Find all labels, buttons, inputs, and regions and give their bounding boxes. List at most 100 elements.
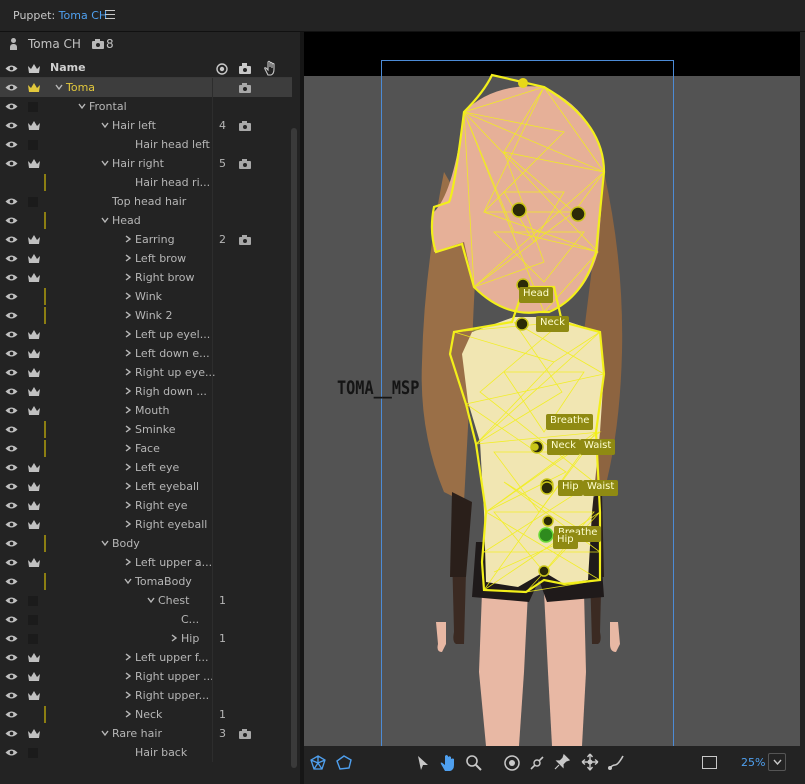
chevron-right-icon[interactable] [124,406,132,414]
chevron-right-icon[interactable] [124,444,132,452]
chevron-right-icon[interactable] [124,463,132,471]
eye-icon[interactable] [5,197,18,206]
dragger-icon[interactable] [581,753,599,771]
zoom-icon[interactable] [465,754,483,772]
record-icon[interactable] [216,63,228,75]
layer-row[interactable]: TomaBody [0,572,292,591]
eye-icon[interactable] [5,558,18,567]
chevron-down-icon[interactable] [147,596,155,604]
layer-row[interactable]: Rare hair 3 [0,724,292,743]
layer-row[interactable]: Hair head ri... [0,173,292,192]
layer-row[interactable]: Righ down ... [0,382,292,401]
chevron-right-icon[interactable] [124,672,132,680]
eye-icon[interactable] [5,482,18,491]
layer-row[interactable]: Wink [0,287,292,306]
chevron-right-icon[interactable] [124,482,132,490]
layer-row[interactable]: Left brow [0,249,292,268]
layer-row[interactable]: C... [0,610,292,629]
hamburger-icon[interactable] [105,10,115,19]
chevron-right-icon[interactable] [124,254,132,262]
hand-icon[interactable] [263,60,277,76]
zoom-level[interactable]: 25% [741,756,765,769]
crown-icon[interactable] [27,158,41,169]
chevron-right-icon[interactable] [124,558,132,566]
crown-icon[interactable] [27,120,41,131]
camera-icon[interactable] [239,729,251,739]
crown-icon[interactable] [27,462,41,473]
eye-icon[interactable] [5,710,18,719]
eye-icon[interactable] [5,444,18,453]
layer-row[interactable]: Frontal [0,97,292,116]
eye-icon[interactable] [5,615,18,624]
crown-icon[interactable] [27,481,41,492]
eye-icon[interactable] [5,254,18,263]
chevron-right-icon[interactable] [124,349,132,357]
eye-icon[interactable] [5,83,18,92]
eye-icon[interactable] [5,292,18,301]
layer-row[interactable]: Left upper a... [0,553,292,572]
crown-icon[interactable] [27,386,41,397]
crown-icon[interactable] [27,82,41,93]
tag-hip[interactable]: Hip [558,480,583,496]
chevron-down-icon[interactable] [101,121,109,129]
crown-icon[interactable] [27,272,41,283]
camera-icon[interactable] [239,83,251,93]
camera-icon[interactable] [239,63,251,74]
eye-icon[interactable] [5,729,18,738]
chevron-right-icon[interactable] [124,501,132,509]
eye-icon[interactable] [5,140,18,149]
eye-icon[interactable] [5,311,18,320]
tag-hip-2[interactable]: Hip [553,533,578,549]
layer-row[interactable]: Wink 2 [0,306,292,325]
eye-icon[interactable] [5,539,18,548]
crown-icon[interactable] [27,519,41,530]
layer-row[interactable]: Left down e... [0,344,292,363]
eye-icon[interactable] [5,596,18,605]
layer-row[interactable]: Body [0,534,292,553]
crown-icon[interactable] [27,329,41,340]
layer-row[interactable]: Right upper... [0,686,292,705]
origin-icon[interactable] [503,754,521,772]
chevron-right-icon[interactable] [124,653,132,661]
chevron-right-icon[interactable] [124,235,132,243]
tag-waist-2[interactable]: Waist [583,480,619,496]
shape-icon[interactable] [335,754,353,772]
layer-row[interactable]: Face [0,439,292,458]
layer-row[interactable]: Right upper ... [0,667,292,686]
chevron-down-icon[interactable] [55,83,63,91]
chevron-right-icon[interactable] [124,311,132,319]
layer-row[interactable]: Top head hair [0,192,292,211]
layer-row[interactable]: Right eyeball [0,515,292,534]
chevron-right-icon[interactable] [124,330,132,338]
crown-icon[interactable] [27,500,41,511]
chevron-right-icon[interactable] [124,273,132,281]
layer-row[interactable]: Hair left 4 [0,116,292,135]
tag-waist[interactable]: Waist [580,439,616,455]
eye-icon[interactable] [5,216,18,225]
chevron-right-icon[interactable] [124,710,132,718]
layer-row[interactable]: Right up eye... [0,363,292,382]
eye-icon[interactable] [5,520,18,529]
layer-row[interactable]: Right eye [0,496,292,515]
hand-icon[interactable] [439,753,457,773]
layer-row[interactable]: Hip 1 [0,629,292,648]
eye-icon[interactable] [5,577,18,586]
layer-row[interactable]: Left eye [0,458,292,477]
tag-neck[interactable]: Neck [536,316,569,332]
crown-icon[interactable] [27,690,41,701]
eye-icon[interactable] [5,368,18,377]
chevron-down-icon[interactable] [101,729,109,737]
chevron-right-icon[interactable] [170,634,178,642]
eye-icon[interactable] [5,634,18,643]
layer-list-scrollbar[interactable] [291,128,297,768]
crown-icon[interactable] [27,671,41,682]
chevron-right-icon[interactable] [124,520,132,528]
tag-breathe[interactable]: Breathe [546,414,594,430]
eye-icon[interactable] [5,406,18,415]
chevron-right-icon[interactable] [124,691,132,699]
mesh-icon[interactable] [309,754,327,772]
chevron-down-icon[interactable] [124,577,132,585]
layer-row[interactable]: Hair right 5 [0,154,292,173]
camera-icon[interactable] [239,235,251,245]
crown-icon[interactable] [27,728,41,739]
